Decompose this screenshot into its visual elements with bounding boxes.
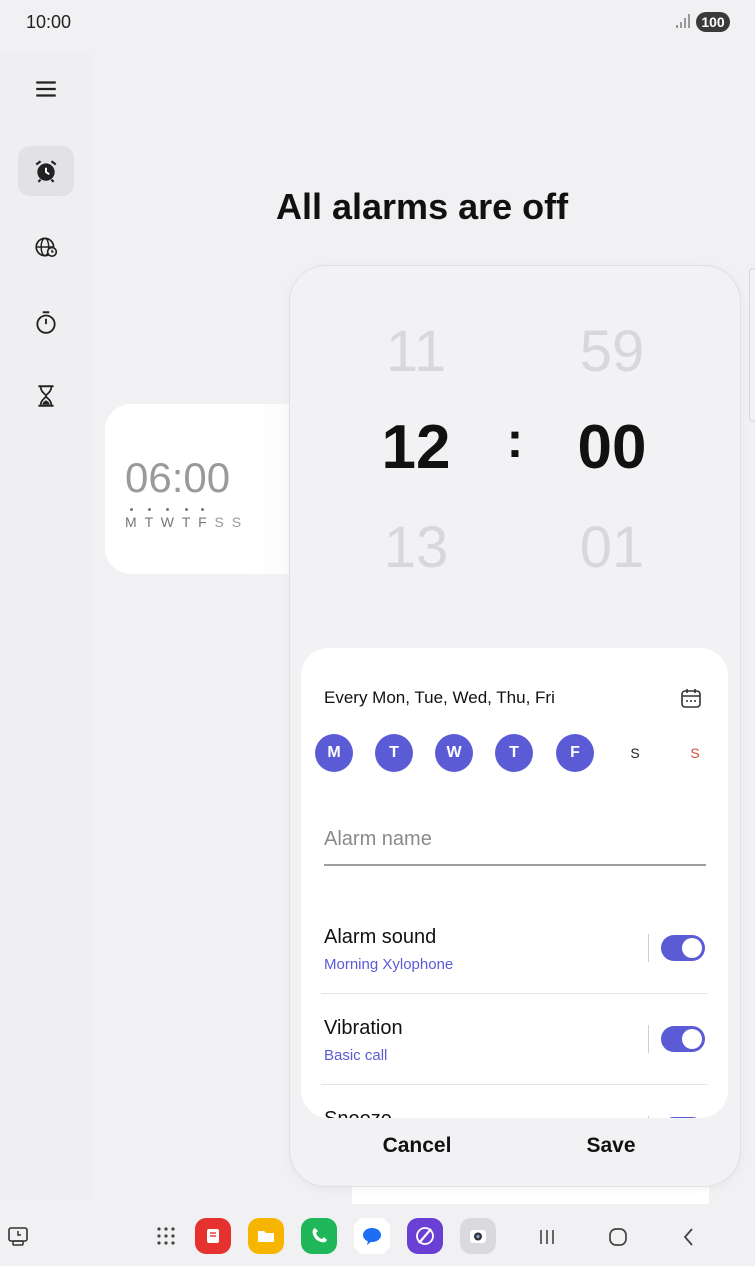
app-drawer-icon: [157, 1227, 175, 1245]
alarm-card-day: M: [125, 514, 139, 530]
snooze-toggle[interactable]: [661, 1117, 705, 1118]
day-toggle-thu[interactable]: T: [495, 734, 533, 772]
notes-app[interactable]: [195, 1218, 231, 1254]
alarm-card-day: T: [144, 514, 155, 530]
alarm-card-day: W: [160, 514, 176, 530]
minute-next[interactable]: 01: [552, 514, 672, 581]
alarm-name-input[interactable]: [324, 814, 706, 866]
back-button[interactable]: [674, 1222, 704, 1252]
menu-icon: [36, 81, 56, 97]
calendar-icon[interactable]: [679, 686, 703, 710]
snooze-row[interactable]: Snooze: [321, 1086, 708, 1118]
alarm-sound-value: Morning Xylophone: [324, 956, 454, 973]
vibration-value: Basic call: [324, 1047, 388, 1064]
tab-world-clock[interactable]: [18, 222, 74, 272]
stopwatch-icon: [36, 311, 56, 334]
recents-icon: [540, 1230, 554, 1244]
vibration-title: Vibration: [324, 1017, 403, 1039]
day-toggle-sun[interactable]: S: [676, 734, 714, 772]
edit-alarm-sheet: 11 12 13 : 59 00 01 Every Mon, Tue, Wed,…: [290, 266, 740, 1186]
camera-app[interactable]: [460, 1218, 496, 1254]
alarm-card-days: M T W T F S S: [125, 514, 243, 530]
vibration-toggle[interactable]: [661, 1026, 705, 1052]
world-clock-icon: [35, 237, 58, 258]
camera-app-icon: [470, 1230, 486, 1243]
screen-assistant-icon: [8, 1227, 28, 1246]
divider: [321, 1084, 708, 1085]
alarm-card-day: S: [214, 514, 226, 530]
menu-button[interactable]: [18, 64, 74, 114]
battery-indicator: 100: [696, 12, 730, 32]
tab-stopwatch[interactable]: [18, 297, 74, 347]
day-toggle-mon[interactable]: M: [315, 734, 353, 772]
back-icon: [683, 1228, 693, 1246]
status-bar: 10:00 100: [0, 0, 755, 44]
files-app[interactable]: [248, 1218, 284, 1254]
hour-prev[interactable]: 11: [356, 318, 476, 385]
home-icon: [609, 1228, 627, 1246]
alarm-clock-icon: [35, 160, 57, 183]
cancel-button[interactable]: Cancel: [342, 1134, 492, 1158]
save-button[interactable]: Save: [536, 1134, 686, 1158]
messages-app-icon: [363, 1228, 381, 1245]
alarm-card-day: S: [231, 514, 244, 530]
browser-app[interactable]: [407, 1218, 443, 1254]
alarm-sound-row[interactable]: Alarm sound Morning Xylophone: [321, 904, 708, 994]
scrollbar[interactable]: [749, 268, 755, 422]
tab-alarm[interactable]: [18, 146, 74, 196]
screen-assistant-button[interactable]: [0, 1218, 36, 1254]
settings-card: Every Mon, Tue, Wed, Thu, Fri M T W T F …: [301, 648, 728, 1118]
hour-selected[interactable]: 12: [356, 412, 476, 483]
phone-app-icon: [312, 1228, 327, 1243]
alarm-sound-title: Alarm sound: [324, 926, 437, 948]
row-separator: [648, 934, 649, 962]
alarm-card-day: F: [198, 514, 209, 530]
hour-next[interactable]: 13: [356, 514, 476, 581]
tab-timer[interactable]: [18, 371, 74, 421]
alarm-card-day: T: [181, 514, 193, 530]
status-time: 10:00: [26, 12, 72, 32]
messages-app[interactable]: [354, 1218, 390, 1254]
day-toggle-fri[interactable]: F: [556, 734, 594, 772]
timer-hourglass-icon: [38, 385, 54, 407]
files-app-icon: [258, 1231, 274, 1242]
home-button[interactable]: [603, 1222, 633, 1252]
repeat-summary: Every Mon, Tue, Wed, Thu, Fri: [324, 688, 555, 707]
page-title: All alarms are off: [276, 186, 569, 227]
nav-rail: [0, 50, 90, 1200]
minute-selected[interactable]: 00: [552, 412, 672, 483]
minute-prev[interactable]: 59: [552, 318, 672, 385]
browser-app-icon: [416, 1227, 434, 1245]
time-separator: :: [506, 412, 524, 468]
day-toggle-wed[interactable]: W: [435, 734, 473, 772]
snooze-title: Snooze: [324, 1108, 392, 1118]
alarm-card-time: 06:00: [125, 454, 231, 501]
alarm-sound-toggle[interactable]: [661, 935, 705, 961]
day-toggle-tue[interactable]: T: [375, 734, 413, 772]
divider: [321, 993, 708, 994]
recents-button[interactable]: [532, 1222, 562, 1252]
notes-app-icon: [207, 1229, 219, 1243]
row-separator: [648, 1116, 649, 1118]
taskbar: [0, 1206, 755, 1266]
day-toggle-sat[interactable]: S: [616, 734, 654, 772]
phone-app[interactable]: [301, 1218, 337, 1254]
app-drawer-button[interactable]: [148, 1218, 184, 1254]
vibration-row[interactable]: Vibration Basic call: [321, 995, 708, 1085]
row-separator: [648, 1025, 649, 1053]
signal-icon: [676, 14, 690, 28]
